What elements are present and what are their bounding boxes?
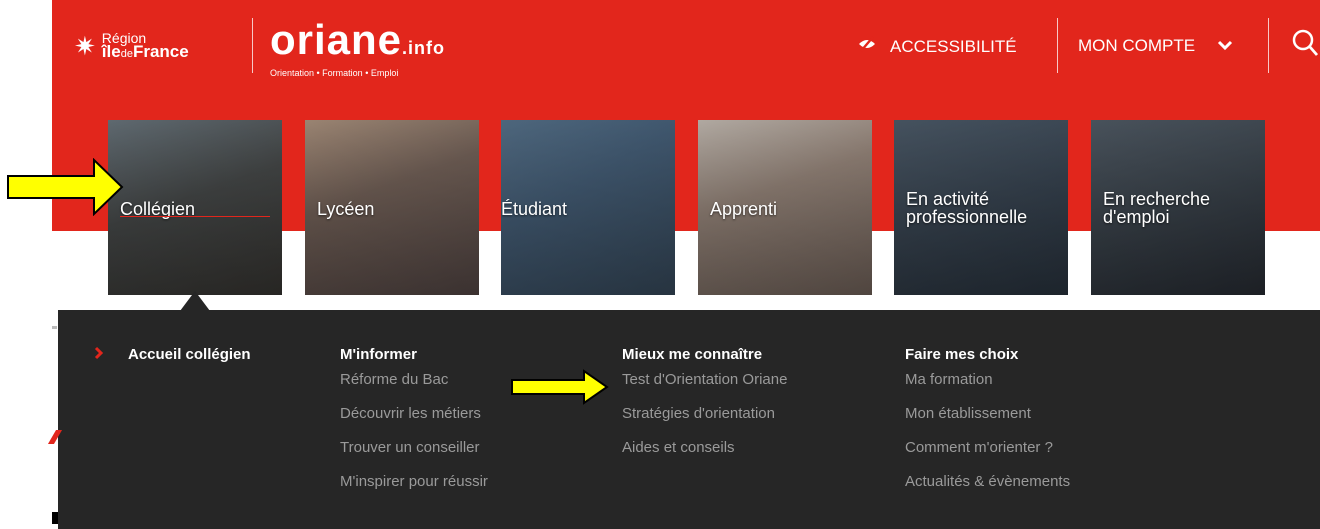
column-title: M'informer bbox=[340, 346, 417, 363]
menu-pointer bbox=[180, 291, 210, 311]
brand-name: oriane bbox=[270, 16, 403, 63]
accessibility-label: ACCESSIBILITÉ bbox=[890, 36, 1017, 56]
menu-link[interactable]: Aides et conseils bbox=[622, 439, 787, 473]
profile-card-apprenti[interactable]: Apprenti bbox=[698, 120, 872, 295]
region-logo[interactable]: ✷ Région îledeFrance bbox=[74, 26, 189, 66]
menu-home-link[interactable]: Accueil collégien bbox=[128, 346, 251, 363]
region-de: de bbox=[120, 48, 133, 60]
accessibility-eye-icon bbox=[858, 36, 876, 57]
account-divider bbox=[1057, 18, 1058, 73]
menu-link[interactable]: Actualités & évènements bbox=[905, 473, 1070, 507]
accessibility-link[interactable]: ACCESSIBILITÉ bbox=[858, 36, 1017, 57]
oriane-logo[interactable]: oriane.info Orientation • Formation • Em… bbox=[270, 19, 446, 79]
menu-column-choix: Faire mes choix Ma formation Mon établis… bbox=[905, 346, 1070, 507]
brand-suffix: .info bbox=[402, 38, 446, 58]
menu-column-informer: M'informer Réforme du Bac Découvrir les … bbox=[340, 346, 488, 507]
profile-card-collegien[interactable]: Collégien bbox=[108, 120, 282, 295]
menu-link[interactable]: M'inspirer pour réussir bbox=[340, 473, 488, 507]
menu-link[interactable]: Stratégies d'orientation bbox=[622, 405, 787, 439]
search-divider bbox=[1268, 18, 1269, 73]
edge-fragment bbox=[52, 326, 57, 329]
search-icon bbox=[1291, 29, 1319, 64]
profile-card-lyceen[interactable]: Lycéen bbox=[305, 120, 479, 295]
profile-label: En activité professionnelle bbox=[906, 189, 1028, 227]
yellow-arrow-icon bbox=[7, 158, 124, 216]
profile-label: En recherche d'emploi bbox=[1103, 189, 1211, 227]
logo-divider bbox=[252, 18, 253, 73]
menu-link[interactable]: Ma formation bbox=[905, 371, 1070, 405]
account-label: MON COMPTE bbox=[1078, 36, 1196, 55]
profile-label: Lycéen bbox=[317, 199, 375, 219]
profile-card-en-activite[interactable]: En activité professionnelle bbox=[894, 120, 1068, 295]
region-france: France bbox=[132, 42, 189, 61]
chevron-down-icon bbox=[1217, 36, 1233, 56]
account-menu[interactable]: MON COMPTE bbox=[1078, 36, 1233, 56]
chevron-right-icon bbox=[94, 346, 104, 365]
menu-link[interactable]: Mon établissement bbox=[905, 405, 1070, 439]
column-title: Mieux me connaître bbox=[622, 346, 763, 363]
profile-card-etudiant[interactable]: Étudiant bbox=[501, 120, 675, 295]
profile-label: Étudiant bbox=[501, 199, 568, 219]
region-ile: île bbox=[101, 42, 121, 61]
menu-link[interactable]: Test d'Orientation Oriane bbox=[622, 371, 787, 405]
menu-link[interactable]: Trouver un conseiller bbox=[340, 439, 488, 473]
region-star-icon: ✷ bbox=[74, 31, 96, 61]
menu-link[interactable]: Comment m'orienter ? bbox=[905, 439, 1070, 473]
profile-label: Apprenti bbox=[710, 199, 778, 219]
search-button[interactable] bbox=[1291, 28, 1319, 65]
edge-fragment bbox=[52, 512, 58, 524]
active-underline bbox=[120, 216, 270, 217]
profile-card-en-recherche[interactable]: En recherche d'emploi bbox=[1091, 120, 1265, 295]
menu-link[interactable]: Découvrir les métiers bbox=[340, 405, 488, 439]
brand-tagline: Orientation • Formation • Emploi bbox=[270, 68, 399, 78]
yellow-arrow-icon bbox=[511, 369, 609, 405]
menu-link[interactable]: Réforme du Bac bbox=[340, 371, 488, 405]
column-title: Faire mes choix bbox=[905, 346, 1019, 363]
menu-column-connaitre: Mieux me connaître Test d'Orientation Or… bbox=[622, 346, 787, 473]
